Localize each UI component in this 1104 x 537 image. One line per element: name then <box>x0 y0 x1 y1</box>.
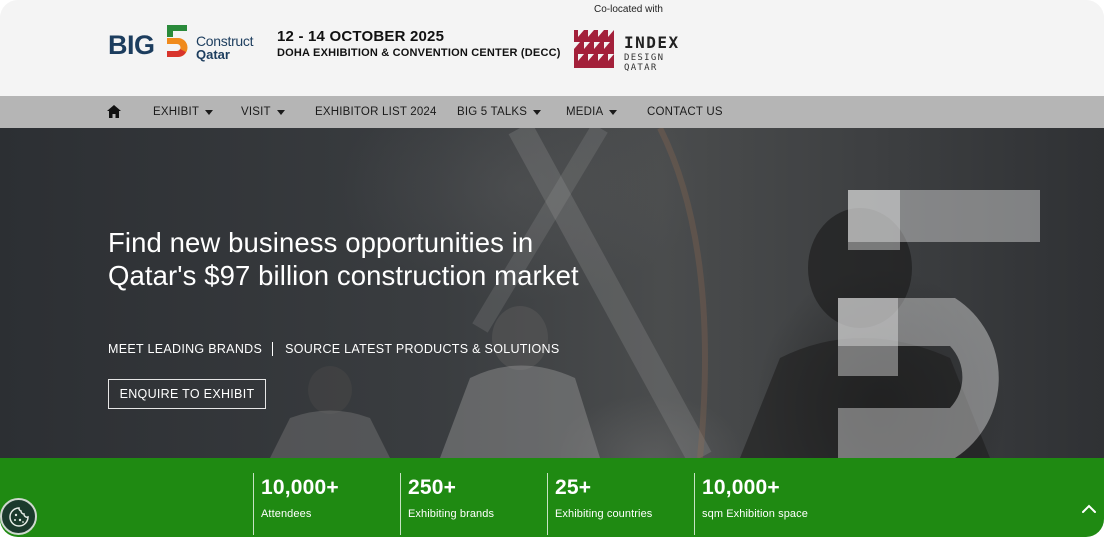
stat-value: 10,000+ <box>702 476 780 499</box>
hero-title: Find new business opportunities in Qatar… <box>108 227 579 291</box>
stat-attendees: 10,000+ Attendees <box>253 473 339 535</box>
stat-label: Exhibiting countries <box>555 508 653 520</box>
logo-five-mark <box>167 25 188 57</box>
nav-item-label: VISIT <box>241 106 271 118</box>
big5-construct-qatar-logo[interactable]: BIG Construct Qatar <box>108 24 258 64</box>
hero-banner: Find new business opportunities in Qatar… <box>0 128 1104 458</box>
stat-label: Attendees <box>261 508 312 520</box>
hero-sub-divider <box>272 342 274 356</box>
index-logo-title: INDEX <box>624 33 680 52</box>
index-logo-subtitle: DESIGN QATAR <box>624 53 665 73</box>
logo-big-text: BIG <box>108 30 155 60</box>
stat-value: 25+ <box>555 476 592 499</box>
home-icon[interactable] <box>107 105 121 118</box>
cookie-settings-button[interactable] <box>0 498 37 535</box>
enquire-to-exhibit-button[interactable]: ENQUIRE TO EXHIBIT <box>108 379 266 409</box>
nav-item-contact-us[interactable]: CONTACT US <box>647 96 723 128</box>
logo-qatar-text: Qatar <box>196 47 230 62</box>
stats-bar: 10,000+ Attendees 250+ Exhibiting brands… <box>0 458 1104 537</box>
nav-item-label: EXHIBIT <box>153 106 200 118</box>
stat-value: 10,000+ <box>261 476 339 499</box>
nav-item-exhibitor-list[interactable]: EXHIBITOR LIST 2024 <box>315 96 437 128</box>
stat-exhibition-space: 10,000+ sqm Exhibition space <box>694 473 808 535</box>
stat-value: 250+ <box>408 476 457 499</box>
stat-label: Exhibiting brands <box>408 508 495 520</box>
main-nav: EXHIBIT VISIT EXHIBITOR LIST 2024 BIG 5 … <box>0 96 1104 128</box>
stat-label: sqm Exhibition space <box>702 508 808 520</box>
stat-countries: 25+ Exhibiting countries <box>547 473 652 535</box>
event-venue: DOHA EXHIBITION & CONVENTION CENTER (DEC… <box>277 47 561 59</box>
nav-item-label: EXHIBITOR LIST 2024 <box>315 106 437 118</box>
nav-item-visit[interactable]: VISIT <box>241 96 285 128</box>
nav-item-media[interactable]: MEDIA <box>566 96 618 128</box>
nav-item-big5-talks[interactable]: BIG 5 TALKS <box>457 96 542 128</box>
nav-item-label: MEDIA <box>566 106 604 118</box>
stat-brands: 250+ Exhibiting brands <box>400 473 494 535</box>
caret-down-icon <box>276 109 285 115</box>
cookie-icon <box>8 506 29 527</box>
index-logo-mark <box>574 30 614 68</box>
caret-down-icon <box>205 109 214 115</box>
page: BIG Construct Qatar 12 - 14 OCTOBER 2025… <box>0 0 1104 537</box>
site-header: BIG Construct Qatar 12 - 14 OCTOBER 2025… <box>0 0 1104 96</box>
event-date: 12 - 14 OCTOBER 2025 <box>277 28 445 45</box>
hero-sub-right: SOURCE LATEST PRODUCTS & SOLUTIONS <box>285 342 560 356</box>
caret-down-icon <box>609 109 618 115</box>
nav-item-label: CONTACT US <box>647 106 723 118</box>
index-design-qatar-logo[interactable]: INDEX DESIGN QATAR <box>574 30 694 73</box>
hero-subtitle: MEET LEADING BRANDS SOURCE LATEST PRODUC… <box>108 342 560 356</box>
nav-item-exhibit[interactable]: EXHIBIT <box>153 96 214 128</box>
nav-item-label: BIG 5 TALKS <box>457 106 528 118</box>
caret-down-icon <box>533 109 542 115</box>
colocated-label: Co-located with <box>594 4 663 15</box>
chevron-up-icon[interactable] <box>1080 500 1098 518</box>
hero-sub-left: MEET LEADING BRANDS <box>108 342 263 356</box>
